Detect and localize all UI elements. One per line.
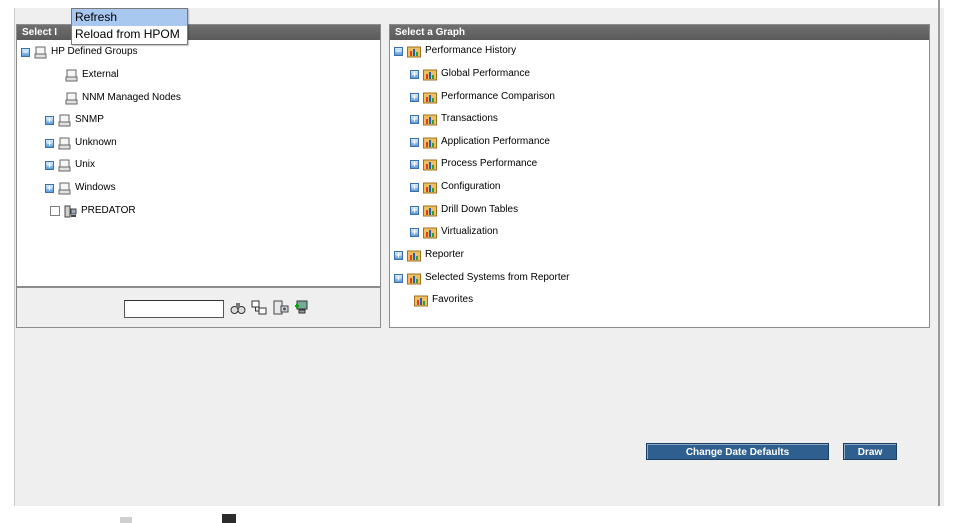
graph-folder-icon	[414, 295, 428, 306]
expand-icon[interactable]: +	[410, 137, 419, 147]
systems-search-bar	[16, 287, 381, 328]
graph-item-process-performance[interactable]: + Process Performance	[410, 156, 537, 172]
expand-icon[interactable]: +	[45, 183, 54, 193]
tree-item-label: Unknown	[75, 137, 117, 148]
group-icon	[58, 159, 71, 171]
graph-folder-icon	[423, 227, 437, 238]
tree-item-label: SNMP	[75, 114, 104, 125]
tree-view-icon[interactable]	[251, 300, 267, 316]
tree-item-unix[interactable]: + Unix	[45, 157, 95, 173]
graph-item-label: Performance Comparison	[441, 91, 555, 102]
bottom-artifact	[222, 514, 236, 523]
graph-folder-icon	[423, 205, 437, 216]
graph-item-performance-comparison[interactable]: + Performance Comparison	[410, 89, 555, 105]
add-system-icon[interactable]	[294, 300, 310, 316]
bottom-artifact	[120, 517, 132, 523]
bottom-strip	[0, 506, 956, 523]
collapse-icon[interactable]: −	[21, 47, 30, 57]
tree-item-label: Unix	[75, 159, 96, 170]
graphs-panel: Select a Graph − Performance History + G…	[389, 24, 930, 328]
graph-item-virtualization[interactable]: + Virtualization	[410, 224, 498, 240]
tree-item-snmp[interactable]: + SNMP	[45, 112, 104, 128]
graph-item-label: Global Performance	[441, 68, 530, 79]
tree-item-unknown[interactable]: + Unknown	[45, 135, 117, 151]
expand-icon[interactable]: +	[394, 250, 403, 260]
collapse-icon[interactable]: −	[394, 46, 403, 56]
graph-item-global-performance[interactable]: + Global Performance	[410, 66, 530, 82]
systems-panel: Select I − HP Defined Groups External NN…	[16, 24, 381, 287]
predator-checkbox[interactable]	[50, 206, 60, 216]
tree-item-label: Windows	[75, 182, 116, 193]
group-icon	[58, 114, 71, 126]
tree-item-label: HP Defined Groups	[51, 46, 138, 57]
tree-item-label: NNM Managed Nodes	[82, 92, 181, 103]
expand-icon[interactable]: +	[410, 227, 419, 237]
expand-icon[interactable]: +	[394, 273, 403, 283]
graph-item-label: Favorites	[432, 294, 474, 305]
expand-icon[interactable]: +	[410, 205, 419, 215]
group-icon	[65, 92, 78, 104]
graph-item-label: Virtualization	[441, 226, 499, 237]
group-icon	[34, 46, 47, 58]
change-date-defaults-button[interactable]: Change Date Defaults	[646, 443, 829, 460]
tree-item-predator[interactable]: PREDATOR	[50, 203, 136, 219]
expand-icon[interactable]: +	[410, 92, 419, 102]
graph-item-favorites[interactable]: Favorites	[414, 292, 473, 308]
graph-folder-icon	[423, 137, 437, 148]
draw-button[interactable]: Draw	[843, 443, 897, 460]
group-icon	[58, 182, 71, 194]
context-menu: Refresh Reload from HPOM	[71, 8, 188, 45]
graph-item-label: Transactions	[441, 113, 498, 124]
expand-icon[interactable]: +	[410, 69, 419, 79]
expand-icon[interactable]: +	[45, 160, 54, 170]
graphs-panel-header: Select a Graph	[390, 25, 929, 40]
graph-folder-icon	[423, 69, 437, 80]
graph-item-transactions[interactable]: + Transactions	[410, 111, 498, 127]
graph-folder-icon	[423, 114, 437, 125]
window-border	[938, 0, 940, 523]
group-icon	[65, 69, 78, 81]
graph-folder-icon	[407, 250, 421, 261]
graph-item-selected-systems-from-reporter[interactable]: + Selected Systems from Reporter	[394, 270, 570, 286]
expand-icon[interactable]: +	[410, 182, 419, 192]
expand-icon[interactable]: +	[45, 138, 54, 148]
graph-item-label: Configuration	[441, 181, 501, 192]
tree-item-external[interactable]: External	[65, 67, 119, 83]
graph-item-configuration[interactable]: + Configuration	[410, 179, 500, 195]
graph-item-label: Drill Down Tables	[441, 204, 519, 215]
menu-item-reload-from-hpom[interactable]: Reload from HPOM	[72, 26, 187, 43]
graph-item-application-performance[interactable]: + Application Performance	[410, 134, 550, 150]
graph-item-label: Application Performance	[441, 136, 550, 147]
system-icon	[64, 205, 77, 217]
system-properties-icon[interactable]	[273, 300, 289, 316]
graph-item-label: Performance History	[425, 45, 517, 56]
graph-folder-icon	[407, 273, 421, 284]
graph-folder-icon	[407, 46, 421, 57]
tree-item-label: External	[82, 69, 119, 80]
expand-icon[interactable]: +	[410, 159, 419, 169]
graph-folder-icon	[423, 92, 437, 103]
graph-item-label: Selected Systems from Reporter	[425, 272, 570, 283]
tree-item-hp-defined-groups[interactable]: − HP Defined Groups	[21, 44, 138, 60]
system-search-input[interactable]	[124, 300, 224, 318]
graph-item-reporter[interactable]: + Reporter	[394, 247, 464, 263]
graph-item-label: Process Performance	[441, 158, 538, 169]
menu-item-refresh[interactable]: Refresh	[72, 9, 187, 26]
tree-item-nnm-managed-nodes[interactable]: NNM Managed Nodes	[65, 90, 181, 106]
tree-item-label: PREDATOR	[81, 205, 136, 216]
expand-icon[interactable]: +	[45, 115, 54, 125]
binoculars-icon[interactable]	[230, 300, 246, 316]
graph-item-performance-history[interactable]: − Performance History	[394, 43, 516, 59]
graph-folder-icon	[423, 182, 437, 193]
tree-item-windows[interactable]: + Windows	[45, 180, 116, 196]
graph-item-label: Reporter	[425, 249, 464, 260]
graph-item-drill-down-tables[interactable]: + Drill Down Tables	[410, 202, 518, 218]
expand-icon[interactable]: +	[410, 114, 419, 124]
group-icon	[58, 137, 71, 149]
graph-folder-icon	[423, 159, 437, 170]
